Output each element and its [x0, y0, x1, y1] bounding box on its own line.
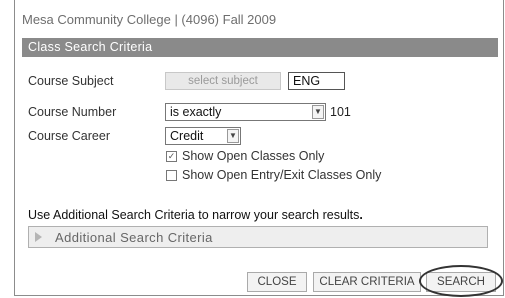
course-number-operator-value: is exactly	[170, 105, 222, 119]
close-button[interactable]: CLOSE	[247, 272, 307, 292]
expand-arrow-icon	[35, 232, 42, 242]
section-header: Class Search Criteria	[22, 38, 498, 57]
course-career-value: Credit	[170, 129, 204, 143]
page-title: Mesa Community College | (4096) Fall 200…	[22, 12, 277, 27]
open-classes-label: Show Open Classes Only	[182, 149, 325, 163]
info-text: Use Additional Search Criteria to narrow…	[28, 208, 363, 222]
select-subject-button[interactable]: select subject	[165, 72, 281, 90]
course-career-select[interactable]: Credit ▼	[165, 127, 241, 145]
course-number-label: Course Number	[28, 105, 117, 119]
open-entry-checkbox[interactable]	[166, 170, 177, 181]
clear-criteria-button[interactable]: CLEAR CRITERIA	[313, 272, 421, 292]
open-entry-label: Show Open Entry/Exit Classes Only	[182, 168, 382, 182]
course-subject-label: Course Subject	[28, 74, 114, 88]
chevron-down-icon: ▼	[227, 129, 239, 143]
course-career-label: Course Career	[28, 129, 110, 143]
additional-criteria-toggle[interactable]: Additional Search Criteria	[28, 226, 488, 248]
additional-criteria-label: Additional Search Criteria	[55, 230, 213, 245]
search-button[interactable]: SEARCH	[426, 272, 496, 292]
open-classes-checkbox[interactable]: ✓	[166, 151, 177, 162]
chevron-down-icon: ▼	[312, 105, 324, 119]
course-number-value: 101	[330, 105, 351, 119]
course-number-operator-select[interactable]: is exactly ▼	[165, 103, 326, 121]
course-subject-input[interactable]: ENG	[288, 72, 345, 90]
